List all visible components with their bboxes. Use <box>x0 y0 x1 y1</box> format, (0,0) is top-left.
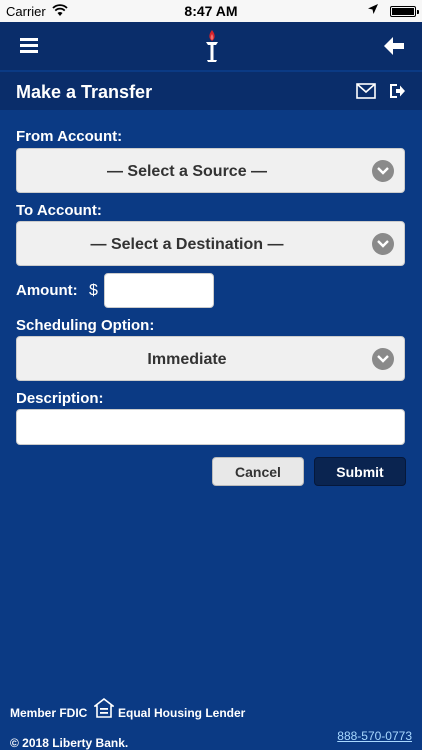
from-account-select[interactable]: — Select a Source — <box>16 148 405 193</box>
battery-icon <box>390 6 419 17</box>
cancel-button[interactable]: Cancel <box>212 457 304 486</box>
currency-symbol: $ <box>89 282 98 299</box>
nav-bar <box>0 22 422 70</box>
hamburger-menu-icon[interactable] <box>20 38 38 54</box>
location-arrow-icon <box>368 4 378 14</box>
status-bar: Carrier 8:47 AM <box>0 0 422 22</box>
scheduling-option-label: Scheduling Option: <box>16 317 155 334</box>
equal-housing-lender-label: Equal Housing Lender <box>118 706 246 720</box>
to-account-select[interactable]: — Select a Destination — <box>16 221 405 266</box>
page-title: Make a Transfer <box>16 82 153 102</box>
chevron-down-icon <box>372 348 394 370</box>
submit-button[interactable]: Submit <box>314 457 406 486</box>
liberty-bank-logo <box>192 26 232 66</box>
scheduling-option-select[interactable]: Immediate <box>16 336 405 381</box>
scheduling-option-value: Immediate <box>147 351 227 368</box>
amount-label: Amount: <box>16 282 78 299</box>
equal-housing-icon <box>94 698 114 718</box>
member-fdic-label: Member FDIC <box>10 706 88 720</box>
to-account-value: — Select a Destination — <box>90 236 284 253</box>
phone-link[interactable]: 888-570-0773 <box>337 729 412 743</box>
copyright-text: © 2018 Liberty Bank. <box>10 736 129 750</box>
chevron-down-icon <box>372 160 394 182</box>
to-account-label: To Account: <box>16 202 102 219</box>
chevron-down-icon <box>372 233 394 255</box>
from-account-label: From Account: <box>16 128 123 145</box>
status-time: 8:47 AM <box>184 3 238 19</box>
logout-icon[interactable] <box>388 82 406 100</box>
from-account-value: — Select a Source — <box>106 163 268 180</box>
amount-input[interactable] <box>104 273 214 308</box>
description-label: Description: <box>16 390 104 407</box>
description-input[interactable] <box>16 409 405 445</box>
arrow-left-icon[interactable] <box>382 34 406 58</box>
title-bar: Make a Transfer <box>0 70 422 110</box>
envelope-icon[interactable] <box>356 83 376 99</box>
